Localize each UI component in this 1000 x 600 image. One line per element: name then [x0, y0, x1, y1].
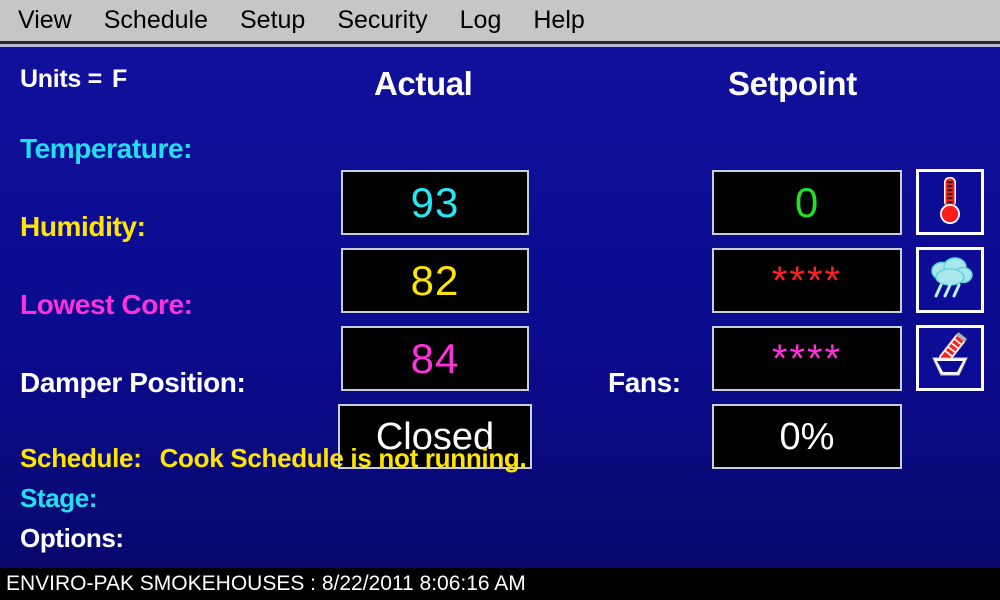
cloud-rain-icon	[925, 254, 975, 307]
core-probe-icon	[925, 331, 975, 385]
label-humidity: Humidity:	[20, 211, 146, 242]
cloud-rain-icon-button[interactable]	[916, 247, 984, 313]
value-temperature-actual-text: 93	[410, 178, 460, 226]
core-probe-icon-button[interactable]	[916, 325, 984, 391]
units-label: Units =	[20, 65, 102, 93]
value-humidity-setpoint[interactable]: ****	[712, 248, 902, 313]
thermometer-icon	[931, 175, 969, 230]
column-header-actual: Actual	[374, 65, 473, 102]
schedule-value: Cook Schedule is not running.	[159, 443, 527, 473]
units-indicator: Units = F	[20, 65, 127, 94]
value-humidity-actual[interactable]: 82	[341, 248, 529, 313]
value-lowest-core-setpoint[interactable]: ****	[712, 326, 902, 391]
value-lowest-core-actual[interactable]: 84	[341, 326, 529, 391]
thermometer-icon-button[interactable]	[916, 169, 984, 235]
column-header-setpoint: Setpoint	[728, 65, 857, 102]
value-lowest-core-setpoint-text: ****	[771, 336, 843, 381]
value-temperature-setpoint[interactable]: 0	[712, 170, 902, 235]
value-fans-text: 0%	[779, 415, 835, 458]
menu-item-view[interactable]: View	[18, 0, 88, 40]
value-fans[interactable]: 0%	[712, 404, 902, 469]
menu-item-security[interactable]: Security	[321, 0, 443, 40]
enviro-pak-control-screen: View Schedule Setup Security Log Help Un…	[0, 0, 1000, 600]
main-panel: Units = F Actual Setpoint Temperature: H…	[0, 47, 1000, 568]
menu-item-help[interactable]: Help	[517, 0, 600, 40]
value-temperature-setpoint-text: 0	[794, 178, 820, 226]
status-bar-text: ENVIRO-PAK SMOKEHOUSES : 8/22/2011 8:06:…	[6, 572, 526, 595]
menu-item-schedule[interactable]: Schedule	[88, 0, 224, 40]
menu-item-log[interactable]: Log	[444, 0, 518, 40]
options-label: Options:	[20, 523, 124, 553]
label-lowest-core: Lowest Core:	[20, 289, 193, 320]
stage-label: Stage:	[20, 483, 98, 513]
status-bar: ENVIRO-PAK SMOKEHOUSES : 8/22/2011 8:06:…	[0, 568, 1000, 600]
schedule-label: Schedule:	[20, 443, 142, 473]
menu-item-setup[interactable]: Setup	[224, 0, 321, 40]
value-humidity-actual-text: 82	[410, 256, 460, 304]
value-temperature-actual[interactable]: 93	[341, 170, 529, 235]
label-damper-position: Damper Position:	[20, 367, 246, 398]
label-fans: Fans:	[608, 367, 681, 398]
label-temperature: Temperature:	[20, 133, 193, 164]
menu-bar-items: View Schedule Setup Security Log Help	[18, 0, 601, 40]
value-lowest-core-actual-text: 84	[410, 334, 460, 382]
menu-bar: View Schedule Setup Security Log Help	[0, 0, 1000, 41]
value-humidity-setpoint-text: ****	[771, 258, 843, 303]
units-value: F	[111, 65, 127, 93]
schedule-status-row: Schedule: Cook Schedule is not running.	[20, 443, 527, 474]
